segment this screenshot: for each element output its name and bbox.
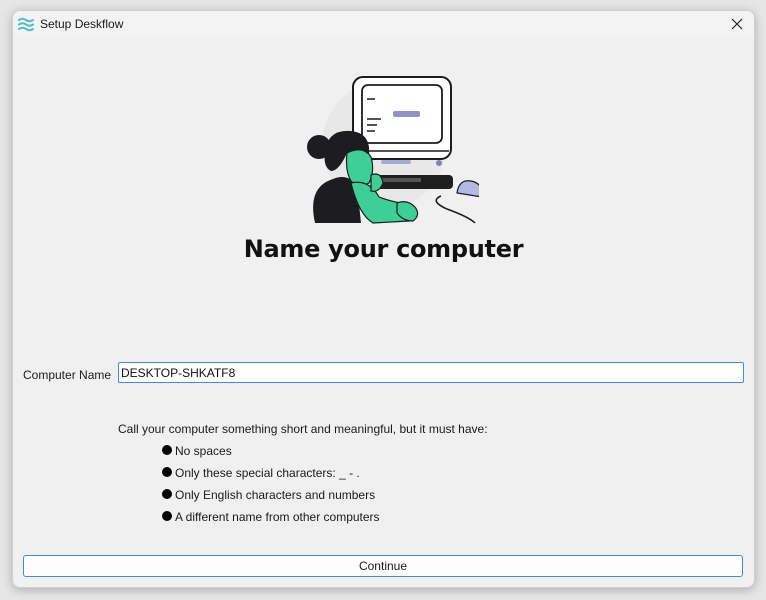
bullet-icon xyxy=(162,445,172,455)
close-button[interactable] xyxy=(720,11,754,37)
deskflow-waves-icon xyxy=(18,17,34,32)
computer-name-input[interactable] xyxy=(118,362,744,383)
window-title: Setup Deskflow xyxy=(40,17,124,31)
list-item: Only English characters and numbers xyxy=(162,488,380,510)
close-icon xyxy=(731,18,743,30)
naming-rules-list: No spaces Only these special characters:… xyxy=(162,444,380,532)
setup-window: Setup Deskflow Name your computer Comput… xyxy=(12,10,755,588)
bullet-icon xyxy=(162,489,172,499)
rule-text: A different name from other computers xyxy=(175,510,380,524)
page-title: Name your computer xyxy=(243,235,524,263)
list-item: No spaces xyxy=(162,444,380,466)
help-intro-text: Call your computer something short and m… xyxy=(118,422,488,436)
bullet-icon xyxy=(162,511,172,521)
rule-text: Only these special characters: _ - . xyxy=(175,466,360,480)
list-item: Only these special characters: _ - . xyxy=(162,466,380,488)
continue-button[interactable]: Continue xyxy=(23,555,743,577)
person-at-computer-illustration xyxy=(307,76,479,224)
title-bar: Setup Deskflow xyxy=(13,11,754,37)
computer-name-label: Computer Name xyxy=(23,368,112,382)
rule-text: No spaces xyxy=(175,444,232,458)
rule-text: Only English characters and numbers xyxy=(175,488,376,502)
bullet-icon xyxy=(162,467,172,477)
list-item: A different name from other computers xyxy=(162,510,380,532)
